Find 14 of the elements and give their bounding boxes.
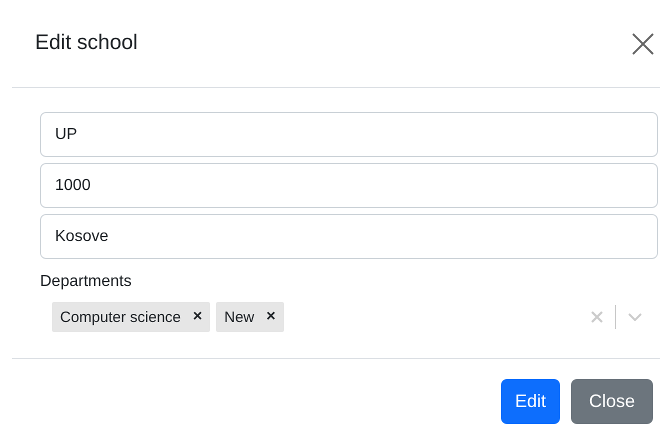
text-field[interactable]: Kosove	[40, 214, 658, 259]
close-icon[interactable]	[632, 32, 654, 54]
dialog-button[interactable]: Close	[570, 379, 653, 424]
text-field[interactable]: 1000	[40, 163, 658, 208]
remove-tag-button[interactable]: ×	[266, 308, 276, 326]
tag-label: Computer science	[60, 308, 181, 326]
chevron-down-icon[interactable]	[628, 313, 642, 321]
remove-tag-button[interactable]: ×	[192, 308, 202, 326]
dialog-title: Edit school	[35, 30, 138, 54]
clear-icon[interactable]	[591, 311, 603, 323]
dialog-button[interactable]: Edit	[500, 379, 560, 424]
tag-label: New	[224, 308, 254, 326]
text-field[interactable]: UP	[40, 112, 658, 157]
field-label: Departments	[40, 273, 133, 291]
